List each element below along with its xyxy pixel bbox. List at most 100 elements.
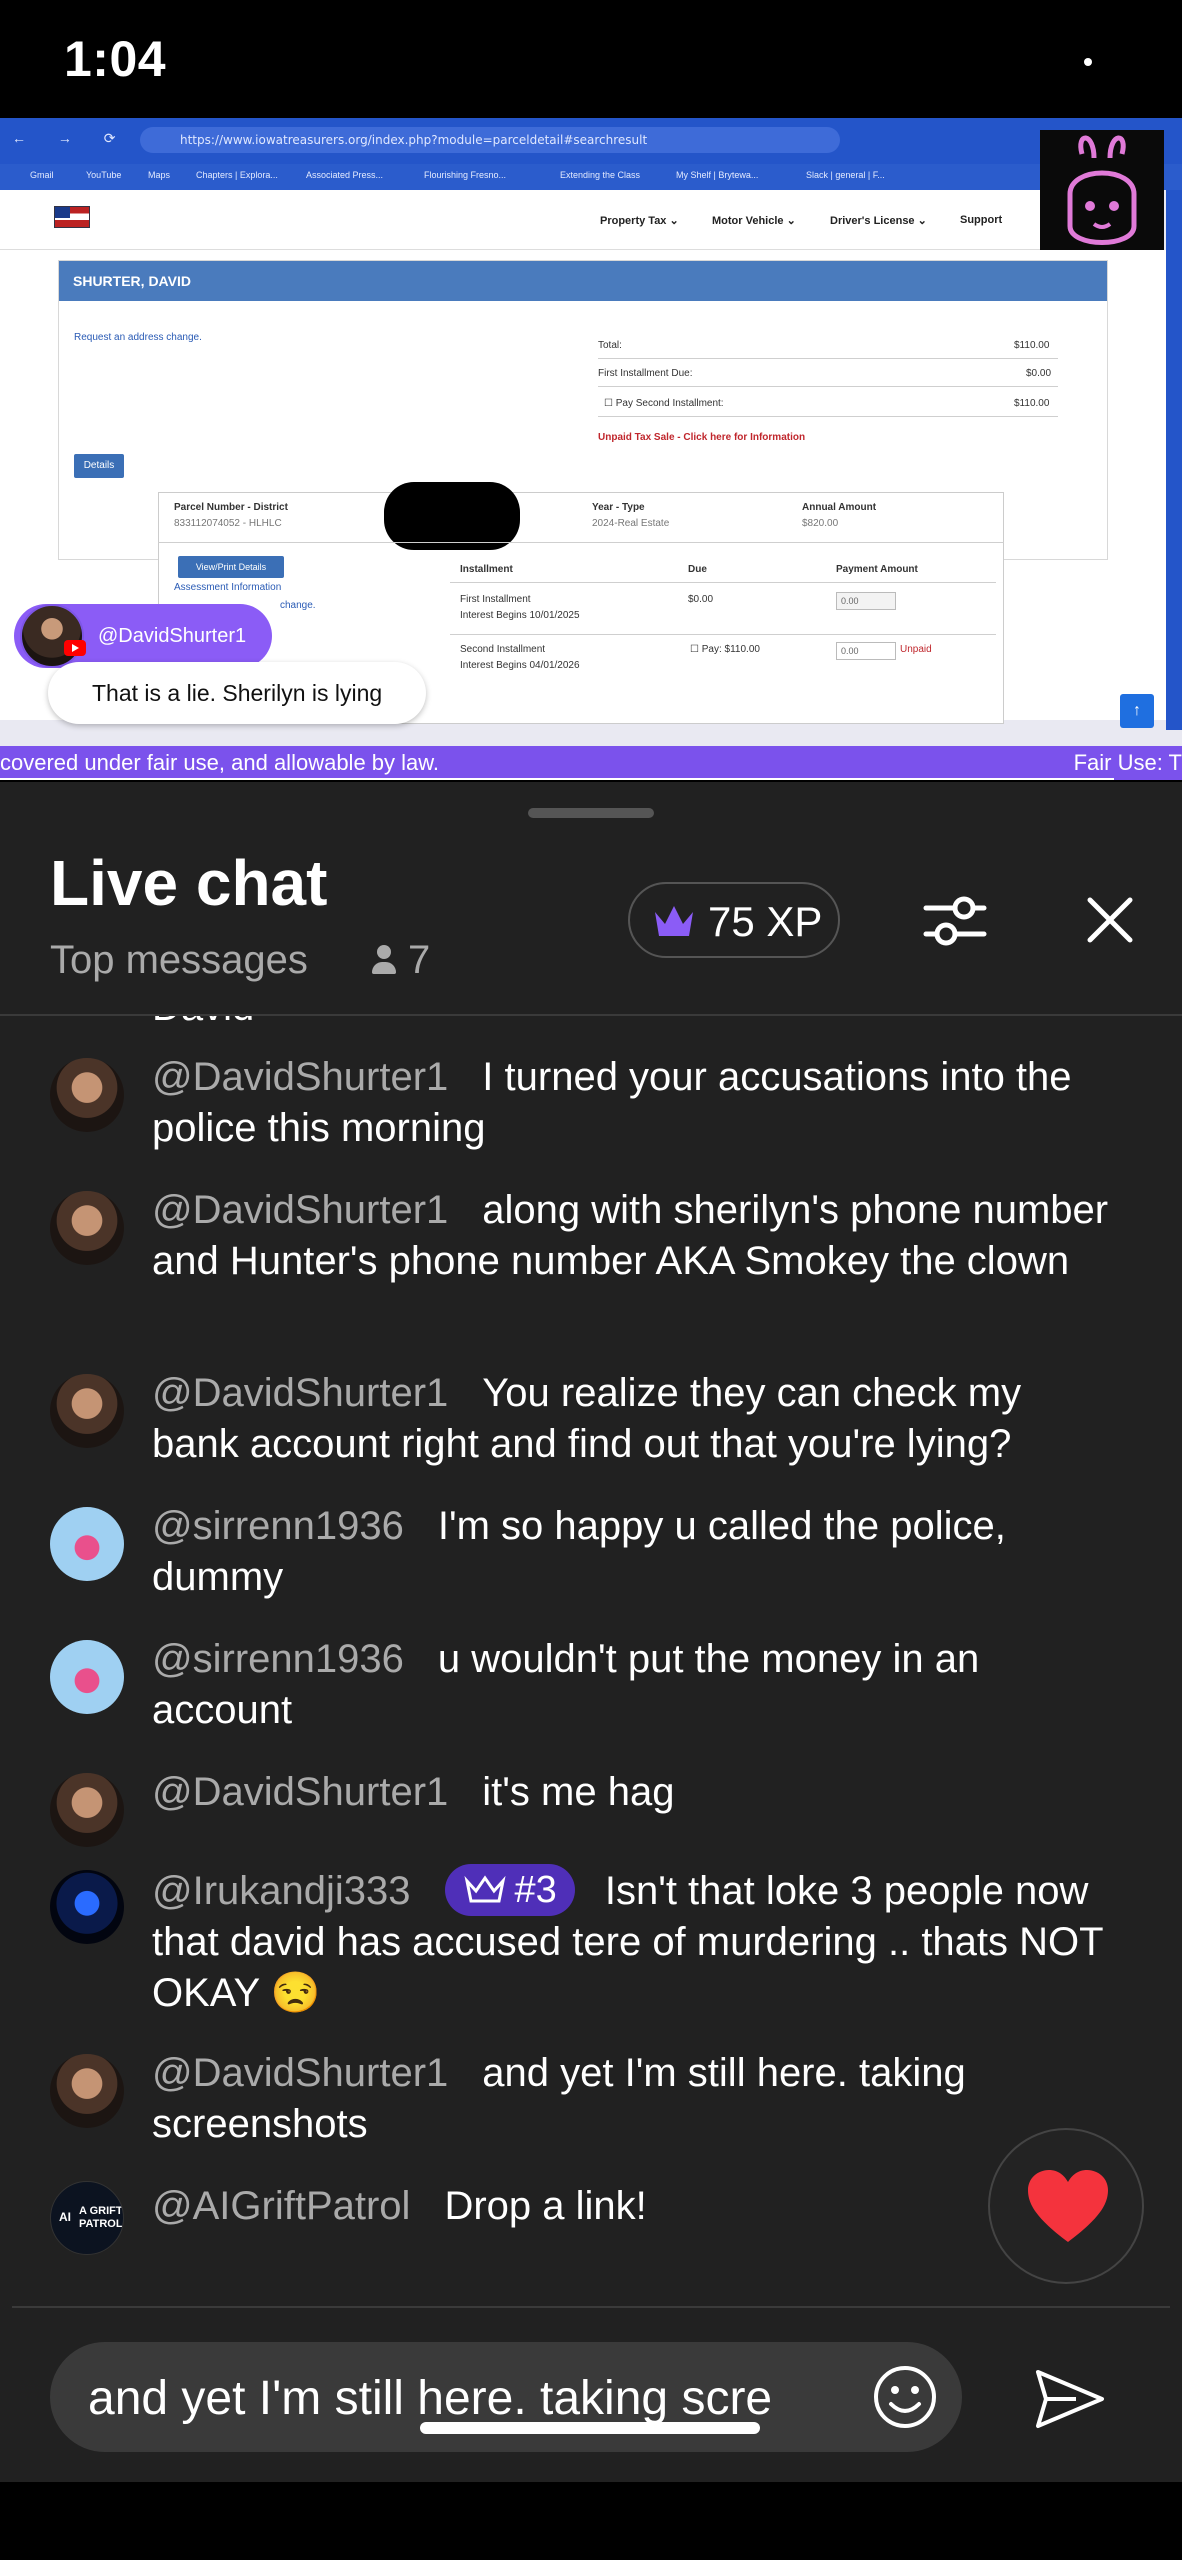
browser-toolbar: ← → ⟳ ⌂ https://www.iowatreasurers.org/i… [0,118,1182,164]
member-badge: #3 [444,1864,575,1916]
second-payment-field: 0.00 [836,642,896,660]
first-installment: First Installment [460,594,531,605]
author-name[interactable]: @Irukandji333 [152,1869,411,1913]
bookmark: YouTube [86,170,122,180]
bottom-bar [0,2482,1182,2560]
second-interest: Interest Begins 04/01/2026 [460,660,580,671]
heart-icon [1028,2170,1108,2242]
bookmark: Extending the Class [560,170,641,180]
annual-value: $820.00 [802,518,839,529]
parcel-header: Parcel Number - District [174,502,288,513]
chat-mode-selector[interactable]: Top messages [50,938,308,983]
message-body: @Irukandji333 #3 Isn't that loke 3 people … [152,1864,1112,2019]
card-title: SHURTER, DAVID [59,261,1107,301]
drag-handle[interactable] [528,808,654,818]
unpaid-label: Unpaid [900,644,932,655]
status-time: 1:04 [64,31,167,87]
author-name[interactable]: @DavidShurter1 [152,2051,448,2095]
chat-input[interactable] [88,2368,888,2428]
divider [158,542,1004,543]
year-header: Year - Type [592,502,645,513]
second-pay: ☐ Pay: $110.00 [690,644,760,655]
viewer-count: 7 [370,938,430,983]
youtube-icon [64,640,86,656]
avatar [20,604,84,668]
nav-motor-vehicle: Motor Vehicle ⌄ [712,215,796,227]
view-print-button: View/Print Details [178,556,284,578]
pay-second-label: ☐ Pay Second Installment: [604,398,724,409]
divider [450,582,996,583]
divider [598,358,1058,359]
first-due: $0.00 [688,594,714,605]
author-name[interactable]: @sirrenn1936 [152,1637,404,1681]
cutoff-message: David [152,1016,254,1033]
status-dot [1084,58,1092,66]
avatar[interactable] [50,1773,124,1847]
featured-message-bubble: That is a lie. Sherilyn is lying [48,662,427,724]
author-name[interactable]: @AIGriftPatrol [152,2184,410,2228]
parcel-value: 833112074052 - HLHLC [174,518,282,529]
avatar[interactable] [50,1374,124,1448]
live-chat-panel: Live chat Top messages 7 75 XP David @Da… [0,782,1182,2482]
page-edge [1166,190,1182,730]
xp-button[interactable]: 75 XP [628,882,840,958]
year-value: 2024-Real Estate [592,518,670,529]
tune-icon[interactable] [920,886,990,956]
col-payment: Payment Amount [836,564,918,575]
details-button: Details [74,454,124,478]
annual-header: Annual Amount [802,502,877,513]
first-payment-field: 0.00 [836,592,896,610]
close-icon[interactable] [1080,890,1140,950]
video-player[interactable]: ← → ⟳ ⌂ https://www.iowatreasurers.org/i… [0,118,1182,780]
crown-outline-icon [464,1875,506,1903]
message-text: Drop a link! [444,2184,647,2228]
first-due-label: First Installment Due: [598,368,693,379]
author-name[interactable]: @sirrenn1936 [152,1504,404,1548]
unpaid-notice: Unpaid Tax Sale - Click here for Informa… [598,432,806,443]
ticker-banner: covered under fair use, and allowable by… [0,746,1182,780]
col-due: Due [688,564,707,575]
avatar[interactable] [50,1640,124,1714]
video-progress-bar[interactable] [0,778,1114,780]
nav-property-tax: Property Tax ⌄ [600,215,679,227]
ticker-right-text: Fair Use: T [1073,750,1182,775]
bunny-logo-icon [1040,130,1164,256]
send-icon[interactable] [1032,2366,1108,2432]
divider [598,416,1058,417]
author-name[interactable]: @DavidShurter1 [152,1188,448,1232]
avatar[interactable] [50,1058,124,1132]
message-body: @DavidShurter1 and yet I'm still here. ta… [152,2048,1012,2150]
address-change-link: Request an address change. [74,332,202,343]
author-name[interactable]: @DavidShurter1 [152,1055,448,1099]
message-body: @sirrenn1936 u wouldn't put the money in … [152,1634,1112,1736]
avatar[interactable] [50,1870,124,1944]
col-installment: Installment [460,564,513,575]
avatar-text-line1: A GRIFT [79,2205,123,2217]
nav-drivers-license: Driver's License ⌄ [830,215,927,227]
avatar[interactable] [50,1191,124,1265]
message-list[interactable]: David @DavidShurter1I turned your accusa… [0,1016,1182,2278]
heart-reaction-button[interactable] [988,2128,1144,2284]
scroll-up-icon: ↑ [1120,694,1154,728]
avatar[interactable]: AI A GRIFT PATROL [50,2181,124,2255]
avatar[interactable] [50,1507,124,1581]
input-divider [12,2306,1170,2308]
crown-icon [655,906,693,936]
author-name[interactable]: @DavidShurter1 [152,1371,448,1415]
emoji-icon[interactable] [872,2364,938,2430]
avatar-text-line2: PATROL [79,2218,123,2230]
status-bar: 1:04 [0,0,1182,118]
assessment-link: Assessment Information [174,582,282,593]
first-interest: Interest Begins 10/01/2025 [460,610,580,621]
badge-rank: #3 [514,1869,557,1911]
message-body: @DavidShurter1 it's me hag [152,1767,1112,1818]
author-name[interactable]: @DavidShurter1 [152,1770,448,1814]
message-body: @DavidShurter1 I turned your accusations … [152,1052,1112,1154]
nav-support: Support [960,214,1003,226]
home-indicator[interactable] [420,2422,760,2434]
viewer-count-value: 7 [408,938,431,982]
bookmarks-bar: Gmail YouTube Maps Chapters | Explora...… [0,164,1182,190]
avatar[interactable] [50,2054,124,2128]
second-installment: Second Installment [460,644,546,655]
bookmark: Associated Press... [306,170,384,180]
